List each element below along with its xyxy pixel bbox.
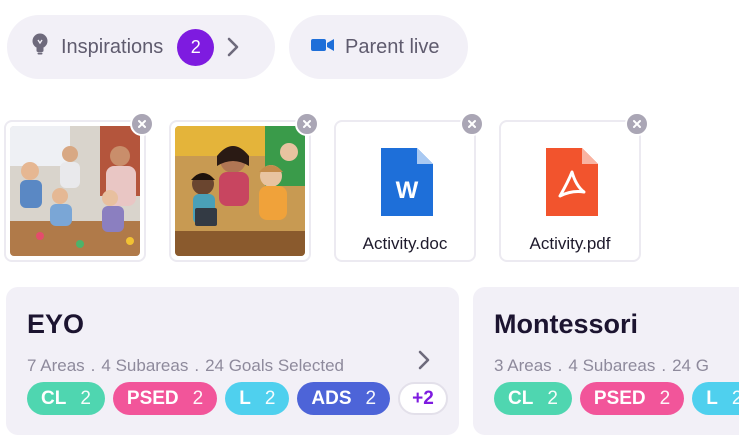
attachment-photo-2[interactable] — [169, 112, 319, 262]
framework-summary: 3 Areas. 4 Subareas. 24 G — [494, 356, 709, 375]
framework-summary: 7 Areas. 4 Subareas. 24 Goals Selected — [27, 356, 344, 375]
parent-live-button[interactable]: Parent live — [289, 15, 468, 79]
area-chip-l[interactable]: L2 — [225, 382, 290, 415]
area-chip-l[interactable]: L2 — [692, 382, 739, 415]
inspirations-label: Inspirations — [61, 35, 164, 58]
attachment-file-doc[interactable]: W Activity.doc — [334, 112, 484, 262]
chevron-right-icon — [226, 37, 240, 57]
attachment-photo-1[interactable] — [4, 112, 154, 262]
framework-card-eyo[interactable]: EYO 7 Areas. 4 Subareas. 24 Goals Selected… — [6, 287, 459, 435]
framework-title: Montessori — [494, 309, 639, 339]
remove-attachment-icon[interactable] — [295, 112, 319, 136]
word-doc-icon: W — [381, 148, 433, 221]
attachment-filename: Activity.pdf — [529, 234, 611, 253]
area-chip-psed[interactable]: PSED 2 — [579, 382, 685, 415]
inspirations-button[interactable]: Inspirations 2 — [7, 15, 275, 79]
parent-live-label: Parent live — [345, 35, 440, 58]
area-chips: CL 2 PSED 2 L2 — [494, 382, 739, 415]
chevron-right-icon[interactable] — [417, 350, 431, 375]
framework-card-montessori[interactable]: Montessori 3 Areas. 4 Subareas. 24 G CL 2 P… — [473, 287, 739, 435]
lightbulb-icon — [29, 32, 51, 62]
attachment-file-pdf[interactable]: Activity.pdf — [499, 112, 649, 262]
svg-text:W: W — [396, 177, 419, 204]
attachment-filename: Activity.doc — [362, 234, 448, 253]
photo-thumbnail — [10, 126, 140, 256]
remove-attachment-icon[interactable] — [130, 112, 154, 136]
area-chips: CL 2 PSED 2 L2 ADS 2 +2 — [27, 382, 448, 415]
remove-attachment-icon[interactable] — [460, 112, 484, 136]
pdf-icon — [546, 148, 598, 221]
area-chip-cl[interactable]: CL 2 — [494, 382, 572, 415]
area-chip-cl[interactable]: CL 2 — [27, 382, 105, 415]
more-areas-chip[interactable]: +2 — [398, 382, 448, 415]
remove-attachment-icon[interactable] — [625, 112, 649, 136]
area-chip-ads[interactable]: ADS 2 — [297, 382, 391, 415]
video-camera-icon — [311, 36, 335, 59]
area-chip-psed[interactable]: PSED 2 — [112, 382, 218, 415]
framework-title: EYO — [27, 309, 85, 339]
photo-thumbnail — [175, 126, 305, 256]
inspirations-count-badge: 2 — [177, 28, 215, 66]
